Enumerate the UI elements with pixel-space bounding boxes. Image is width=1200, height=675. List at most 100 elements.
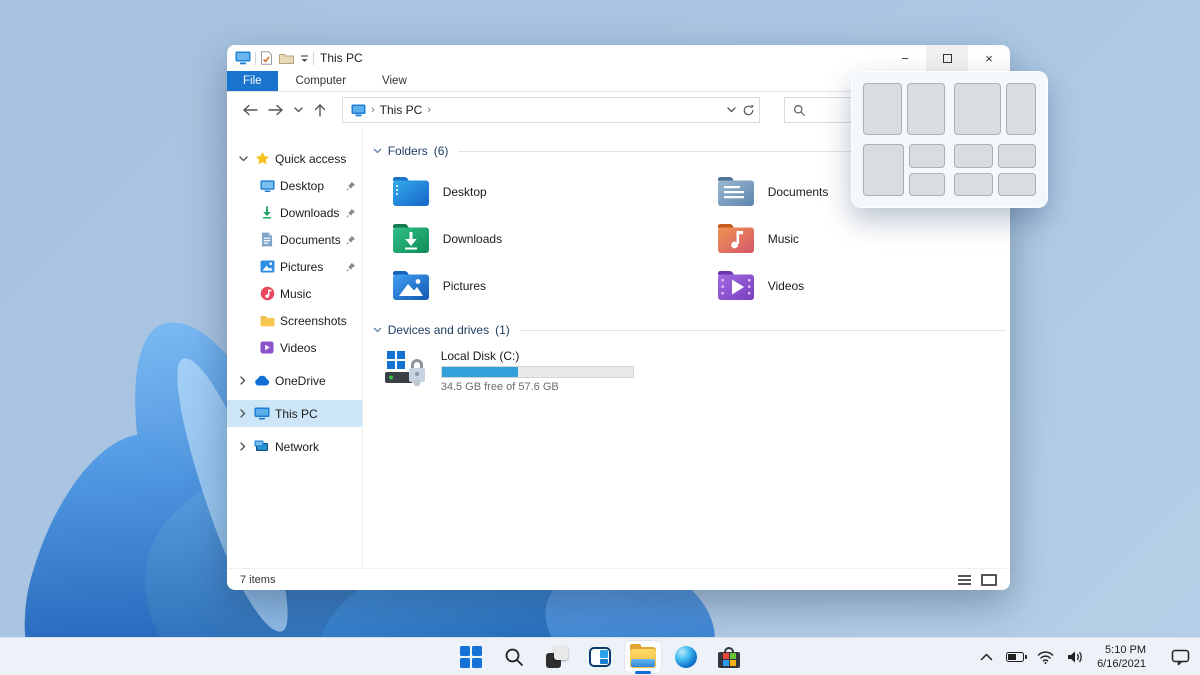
sidebar-item-pictures[interactable]: Pictures <box>227 253 362 280</box>
battery-icon[interactable] <box>1006 652 1024 662</box>
video-play-icon <box>259 340 275 356</box>
app-icon <box>235 51 251 65</box>
new-folder-icon[interactable] <box>279 52 294 64</box>
qat-customize-icon[interactable] <box>300 54 309 63</box>
folder-tile-desktop[interactable]: Desktop <box>391 168 716 215</box>
wifi-icon[interactable] <box>1037 650 1054 664</box>
sidebar-item-videos[interactable]: Videos <box>227 334 362 361</box>
section-label: Folders <box>388 144 428 158</box>
chevron-right-icon[interactable] <box>237 409 249 418</box>
close-button[interactable]: × <box>968 45 1010 71</box>
chevron-right-icon[interactable] <box>237 376 249 385</box>
sidebar-item-this-pc[interactable]: This PC <box>227 400 362 427</box>
snap-zone[interactable] <box>954 173 993 197</box>
snap-zone[interactable] <box>909 173 945 197</box>
documents-folder-icon <box>716 175 756 208</box>
sidebar-item-desktop[interactable]: Desktop <box>227 172 362 199</box>
folder-tile-pictures[interactable]: Pictures <box>391 262 716 309</box>
collapse-chevron-icon[interactable] <box>373 148 382 154</box>
back-button[interactable] <box>238 98 262 122</box>
desktop-wallpaper: This PC − × File Computer View <box>0 0 1200 675</box>
sidebar-item-onedrive[interactable]: OneDrive <box>227 367 362 394</box>
taskbar: 5:10 PM 6/16/2021 <box>0 637 1200 675</box>
folder-tile-downloads[interactable]: Downloads <box>391 215 716 262</box>
disk-usage-fill <box>442 367 518 377</box>
notifications-bubble-icon[interactable] <box>1171 649 1190 666</box>
folder-tile-music[interactable]: Music <box>716 215 1006 262</box>
sidebar-item-quick-access[interactable]: Quick access <box>227 145 362 172</box>
file-explorer-button[interactable] <box>624 640 662 674</box>
downloads-folder-icon <box>391 222 431 255</box>
snap-zone[interactable] <box>907 83 946 135</box>
snap-zone[interactable] <box>863 83 902 135</box>
this-pc-icon <box>351 104 366 117</box>
windows-logo-icon <box>460 646 482 668</box>
sidebar-item-documents[interactable]: Documents <box>227 226 362 253</box>
widgets-icon <box>589 647 611 667</box>
snap-zone[interactable] <box>909 144 945 168</box>
large-icons-view-icon[interactable] <box>981 574 997 586</box>
desktop-monitor-icon <box>259 178 275 194</box>
tab-computer[interactable]: Computer <box>278 71 365 91</box>
disk-usage-text: 34.5 GB free of 57.6 GB <box>441 381 634 393</box>
edge-button[interactable] <box>667 640 705 674</box>
details-view-icon[interactable] <box>958 575 971 585</box>
sidebar-item-downloads[interactable]: Downloads <box>227 199 362 226</box>
disk-usage-bar <box>441 366 634 378</box>
microsoft-store-button[interactable] <box>710 640 748 674</box>
status-bar: 7 items <box>227 568 1010 590</box>
sidebar-item-network[interactable]: Network <box>227 433 362 460</box>
snap-zone[interactable] <box>954 83 1001 135</box>
minimize-button[interactable]: − <box>884 45 926 71</box>
search-button[interactable] <box>495 640 533 674</box>
task-view-button[interactable] <box>538 640 576 674</box>
titlebar[interactable]: This PC − × <box>227 45 1010 71</box>
folder-name: Pictures <box>443 279 486 293</box>
snap-layout-two-columns-equal[interactable] <box>863 83 945 135</box>
snap-layout-left-half-right-stack[interactable] <box>863 144 945 196</box>
snap-layout-quad-grid[interactable] <box>954 144 1036 196</box>
sidebar-item-label: OneDrive <box>275 374 326 388</box>
chevron-down-icon[interactable] <box>237 156 249 162</box>
snap-zone[interactable] <box>863 144 904 196</box>
sidebar-item-music[interactable]: Music <box>227 280 362 307</box>
collapse-chevron-icon[interactable] <box>373 327 382 333</box>
breadcrumb-this-pc[interactable]: This PC <box>380 103 423 117</box>
recent-locations-chevron-icon[interactable] <box>290 98 306 122</box>
snap-zone[interactable] <box>998 173 1037 197</box>
onedrive-cloud-icon <box>254 373 270 389</box>
sidebar-item-label: Quick access <box>275 152 346 166</box>
start-button[interactable] <box>452 640 490 674</box>
music-folder-icon <box>716 222 756 255</box>
snap-zone[interactable] <box>998 144 1037 168</box>
tab-view[interactable]: View <box>364 71 425 91</box>
drives-section-header[interactable]: Devices and drives (1) <box>373 323 1006 337</box>
address-dropdown-chevron-icon[interactable] <box>727 107 736 113</box>
properties-icon[interactable] <box>260 51 273 65</box>
snap-layout-two-columns-wide-left[interactable] <box>954 83 1036 135</box>
breadcrumb-separator: › <box>371 104 375 116</box>
hidden-icons-chevron-icon[interactable] <box>980 653 993 661</box>
snap-zone[interactable] <box>1006 83 1036 135</box>
snap-zone[interactable] <box>954 144 993 168</box>
desktop-folder-icon <box>391 175 431 208</box>
pin-icon <box>346 262 356 272</box>
tab-file[interactable]: File <box>227 71 278 91</box>
clock[interactable]: 5:10 PM 6/16/2021 <box>1097 643 1146 672</box>
forward-button[interactable] <box>264 98 288 122</box>
star-icon <box>254 151 270 167</box>
sidebar-item-screenshots[interactable]: Screenshots <box>227 307 362 334</box>
search-icon <box>793 104 806 117</box>
up-button[interactable] <box>308 98 332 122</box>
volume-icon[interactable] <box>1067 650 1084 664</box>
maximize-button[interactable] <box>926 45 968 71</box>
download-arrow-icon <box>259 205 275 221</box>
drive-tile-local-disk-c[interactable]: Local Disk (C:) 34.5 GB free of 57.6 GB <box>383 347 634 393</box>
refresh-icon[interactable] <box>742 104 755 117</box>
chevron-right-icon[interactable] <box>237 442 249 451</box>
widgets-button[interactable] <box>581 640 619 674</box>
folder-tile-videos[interactable]: Videos <box>716 262 1006 309</box>
item-count: 7 items <box>240 574 275 586</box>
address-bar[interactable]: › This PC › <box>342 97 760 123</box>
snap-layouts-flyout <box>851 71 1048 208</box>
